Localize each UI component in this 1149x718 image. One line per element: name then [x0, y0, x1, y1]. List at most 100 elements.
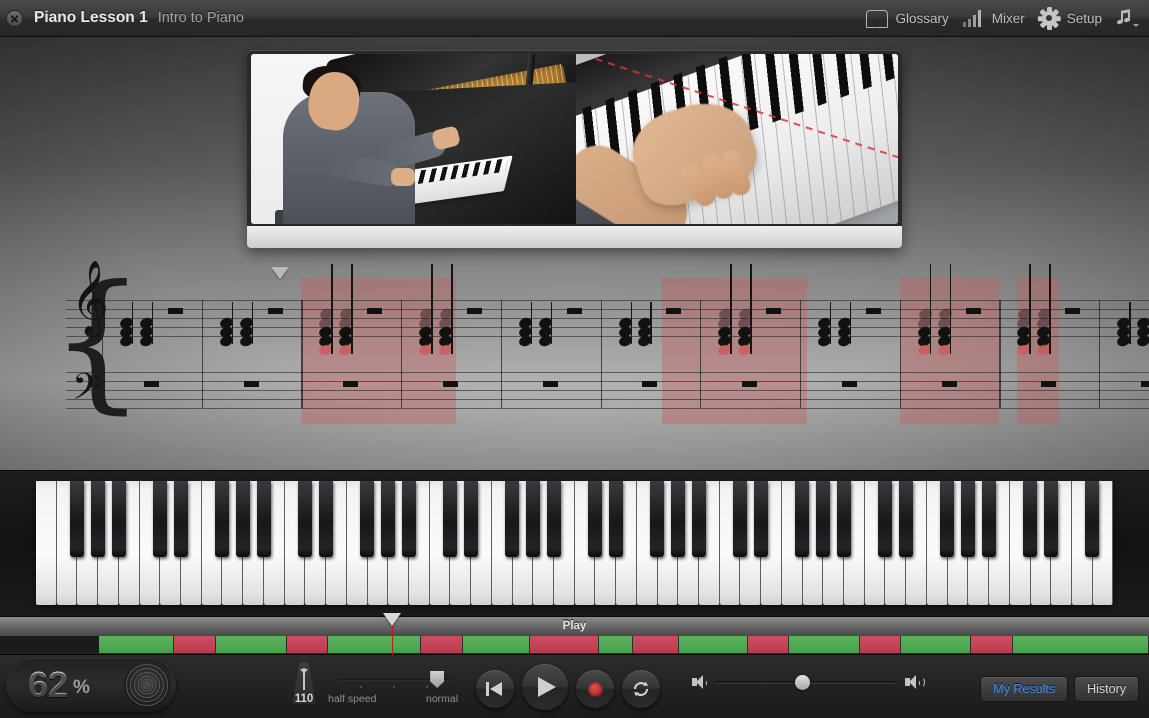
piano-black-key[interactable]	[236, 481, 251, 557]
toolbar-item-mixer[interactable]: Mixer	[956, 0, 1032, 37]
piano-white-key[interactable]	[36, 481, 57, 605]
piano-black-key[interactable]	[608, 481, 623, 557]
piano-black-key[interactable]	[691, 481, 706, 557]
my-results-button[interactable]: My Results	[980, 676, 1069, 702]
piano-black-key[interactable]	[173, 481, 188, 557]
piano-keyboard[interactable]	[36, 481, 1114, 605]
piano-black-key[interactable]	[878, 481, 893, 557]
close-icon[interactable]	[6, 9, 23, 27]
music-note-icon	[1116, 9, 1139, 27]
record-button[interactable]	[576, 670, 614, 708]
barline	[1099, 300, 1101, 408]
piano-black-key[interactable]	[215, 481, 230, 557]
chevron-down-icon	[1133, 24, 1139, 27]
piano-black-key[interactable]	[505, 481, 520, 557]
results-buttons: My Results History	[980, 676, 1139, 702]
volume-control	[692, 674, 925, 690]
result-segment-green[interactable]	[599, 636, 633, 653]
piano-black-key[interactable]	[588, 481, 603, 557]
piano-black-key[interactable]	[733, 481, 748, 557]
toolbar-item-setup[interactable]: Setup	[1032, 0, 1109, 37]
piano-black-key[interactable]	[940, 481, 955, 557]
piano-black-key[interactable]	[1043, 481, 1058, 557]
results-track[interactable]	[0, 636, 1149, 653]
result-segment-green[interactable]	[679, 636, 748, 653]
cycle-button[interactable]	[622, 670, 660, 708]
history-button[interactable]: History	[1074, 676, 1139, 702]
result-segment-red[interactable]	[747, 636, 789, 653]
piano-black-key[interactable]	[298, 481, 313, 557]
result-segment-red[interactable]	[632, 636, 680, 653]
result-segment-green[interactable]	[1012, 636, 1149, 653]
result-segment-green[interactable]	[462, 636, 531, 653]
speed-slider-handle[interactable]	[430, 671, 445, 688]
result-segment-red[interactable]	[286, 636, 328, 653]
toolbar-label-mixer: Mixer	[991, 10, 1025, 26]
toolbar-item-notes-menu[interactable]	[1109, 0, 1145, 37]
results-bar[interactable]: Play	[0, 613, 1149, 655]
piano-black-key[interactable]	[753, 481, 768, 557]
result-segment-red[interactable]	[421, 636, 463, 653]
lesson-title: Piano Lesson 1	[34, 9, 148, 26]
result-segment-red[interactable]	[971, 636, 1013, 653]
piano-black-key[interactable]	[360, 481, 375, 557]
gear-icon	[1037, 6, 1061, 30]
piano-black-key[interactable]	[671, 481, 686, 557]
result-segment-empty[interactable]	[0, 636, 100, 653]
piano-black-key[interactable]	[1085, 481, 1100, 557]
result-segment-red[interactable]	[530, 636, 600, 653]
barline	[600, 300, 602, 408]
piano-black-key[interactable]	[381, 481, 396, 557]
staff-brace: {	[50, 254, 146, 428]
toolbar: Glossary Mixer Setup	[859, 0, 1149, 37]
result-segment-red[interactable]	[860, 636, 901, 653]
result-segment-green[interactable]	[788, 636, 861, 653]
piano-black-key[interactable]	[111, 481, 126, 557]
piano-black-key[interactable]	[256, 481, 271, 557]
piano-black-key[interactable]	[401, 481, 416, 557]
piano-black-key[interactable]	[1023, 481, 1038, 557]
speed-slider[interactable]: half speed normal	[328, 669, 458, 709]
mixer-icon	[962, 9, 985, 27]
piano-black-key[interactable]	[318, 481, 333, 557]
rest	[243, 381, 259, 387]
result-segment-green[interactable]	[216, 636, 287, 653]
piano-black-key[interactable]	[816, 481, 831, 557]
playhead[interactable]	[383, 613, 401, 655]
rest	[841, 381, 857, 387]
record-icon	[587, 681, 603, 697]
title-bar: Piano Lesson 1 Intro to Piano Glossary M…	[0, 0, 1149, 37]
piano-black-key[interactable]	[650, 481, 665, 557]
result-segment-red[interactable]	[173, 636, 217, 653]
volume-slider-track[interactable]	[716, 674, 896, 690]
result-segment-green[interactable]	[99, 636, 174, 653]
rest	[143, 381, 159, 387]
video-instructor[interactable]	[251, 54, 576, 224]
piano-black-key[interactable]	[898, 481, 913, 557]
piano-black-key[interactable]	[981, 481, 996, 557]
piano-black-key[interactable]	[526, 481, 541, 557]
volume-slider-handle[interactable]	[795, 674, 811, 690]
piano-black-key[interactable]	[443, 481, 458, 557]
playhead-handle-icon[interactable]	[383, 613, 401, 626]
piano-black-key[interactable]	[836, 481, 851, 557]
result-segment-green[interactable]	[327, 636, 422, 653]
video-panel[interactable]	[247, 50, 902, 248]
piano-black-key[interactable]	[463, 481, 478, 557]
video-hands-closeup[interactable]	[576, 54, 898, 224]
barline	[700, 300, 702, 408]
piano-black-key[interactable]	[546, 481, 561, 557]
result-segment-green[interactable]	[900, 636, 972, 653]
rest	[941, 381, 957, 387]
piano-black-key[interactable]	[91, 481, 106, 557]
piano-black-key[interactable]	[795, 481, 810, 557]
piano-black-key[interactable]	[70, 481, 85, 557]
speed-max-label: normal	[426, 693, 459, 705]
metronome-button[interactable]: 110	[288, 662, 320, 708]
piano-black-key[interactable]	[961, 481, 976, 557]
rest	[965, 308, 981, 314]
toolbar-item-glossary[interactable]: Glossary	[859, 0, 955, 37]
play-button[interactable]	[522, 664, 568, 710]
piano-black-key[interactable]	[153, 481, 168, 557]
rewind-button[interactable]	[476, 670, 514, 708]
